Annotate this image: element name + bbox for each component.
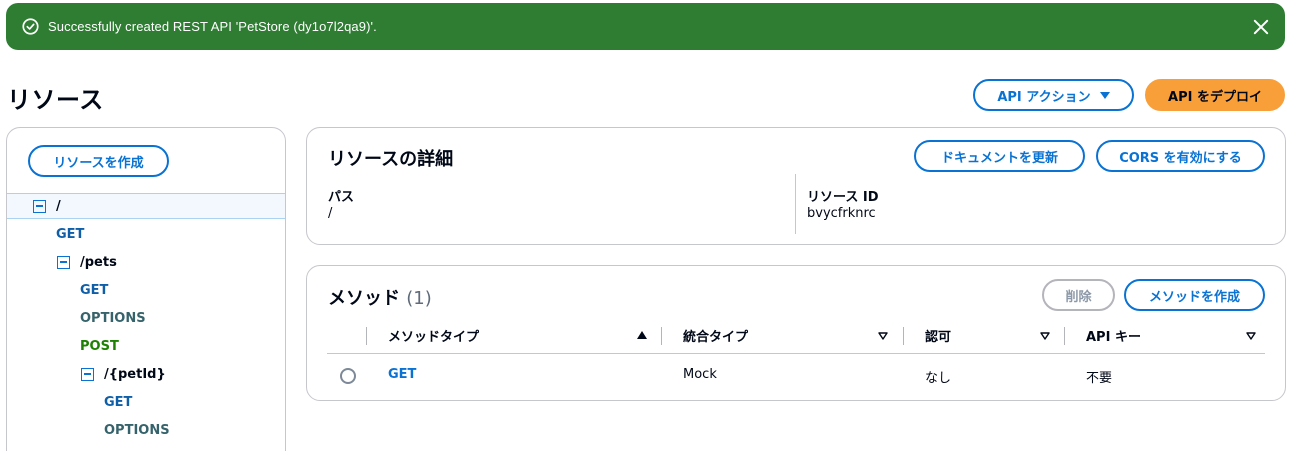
sort-caret-icon[interactable] <box>1246 332 1256 340</box>
column-header-integration-type[interactable]: 統合タイプ <box>683 326 748 345</box>
tree-method-label: OPTIONS <box>80 310 146 326</box>
api-key-cell: 不要 <box>1086 371 1113 386</box>
tree-resource-label: /pets <box>80 254 117 270</box>
column-separator <box>661 327 662 345</box>
delete-button[interactable]: 削除 <box>1042 279 1115 311</box>
column-separator <box>1064 327 1065 345</box>
column-separator <box>903 327 904 345</box>
api-actions-dropdown[interactable]: API アクション <box>973 79 1134 111</box>
sort-ascending-icon[interactable] <box>637 331 647 339</box>
methods-title: メソッド (1) <box>328 284 432 310</box>
column-separator <box>366 327 367 345</box>
method-link-get[interactable]: GET <box>388 367 416 382</box>
path-value: / <box>328 206 333 221</box>
resource-id-label: リソース ID <box>807 190 879 205</box>
update-documentation-button[interactable]: ドキュメントを更新 <box>914 140 1085 172</box>
tree-resource-label: / <box>56 198 61 214</box>
tree-method-label: GET <box>104 394 133 410</box>
tree-method-get[interactable]: GET <box>7 277 285 303</box>
column-header-method-type[interactable]: メソッドタイプ <box>388 326 479 345</box>
tree-resource-petid[interactable]: /{petId} <box>7 361 285 387</box>
resource-tree-panel: リソースを作成 / GET /pets GET OPTIONS POST /{p… <box>6 127 286 451</box>
update-documentation-label: ドキュメントを更新 <box>940 150 1058 166</box>
tree-method-label: OPTIONS <box>104 422 170 438</box>
delete-label: 削除 <box>1065 289 1092 305</box>
enable-cors-button[interactable]: CORS を有効にする <box>1096 140 1265 172</box>
create-method-label: メソッドを作成 <box>1148 289 1240 305</box>
authorization-cell: なし <box>925 371 952 386</box>
integration-type-cell: Mock <box>683 367 717 382</box>
methods-count: (1) <box>406 288 432 309</box>
row-select-radio[interactable] <box>340 368 356 384</box>
page-title: リソース <box>7 86 104 114</box>
check-circle-icon <box>22 18 39 35</box>
tree-method-label: POST <box>80 338 119 354</box>
tree-method-options[interactable]: OPTIONS <box>7 417 285 443</box>
tree-resource-label: /{petId} <box>104 366 166 382</box>
deploy-api-button[interactable]: API をデプロイ <box>1145 79 1285 111</box>
resource-id-value: bvycfrknrc <box>807 206 876 221</box>
deploy-api-label: API をデプロイ <box>1168 89 1262 105</box>
column-header-api-key[interactable]: API キー <box>1086 326 1141 345</box>
close-icon[interactable] <box>1252 18 1270 36</box>
create-resource-label: リソースを作成 <box>53 155 144 171</box>
tree-method-post[interactable]: POST <box>7 333 285 359</box>
tree-resource-root[interactable]: / <box>7 193 285 219</box>
column-header-authorization[interactable]: 認可 <box>925 326 951 345</box>
sort-caret-icon[interactable] <box>878 332 888 340</box>
resource-details-title: リソースの詳細 <box>328 149 454 170</box>
sort-caret-icon[interactable] <box>1040 332 1050 340</box>
tree-method-options[interactable]: OPTIONS <box>7 305 285 331</box>
tree-method-label: GET <box>56 226 85 242</box>
caret-down-icon <box>1099 91 1110 99</box>
flash-message: Successfully created REST API 'PetStore … <box>48 19 377 34</box>
collapse-icon[interactable] <box>33 199 46 213</box>
tree-method-get[interactable]: GET <box>7 389 285 415</box>
methods-title-text: メソッド <box>328 288 400 309</box>
collapse-icon[interactable] <box>81 367 94 381</box>
collapse-icon[interactable] <box>57 255 70 269</box>
api-actions-label: API アクション <box>997 89 1091 105</box>
tree-method-get[interactable]: GET <box>7 221 285 247</box>
success-flash-banner: Successfully created REST API 'PetStore … <box>6 3 1285 50</box>
tree-resource-pets[interactable]: /pets <box>7 249 285 275</box>
create-resource-button[interactable]: リソースを作成 <box>28 145 169 177</box>
path-label: パス <box>328 190 355 205</box>
details-divider <box>795 174 796 234</box>
enable-cors-label: CORS を有効にする <box>1119 150 1242 166</box>
table-header-divider <box>327 353 1265 354</box>
create-method-button[interactable]: メソッドを作成 <box>1124 279 1265 311</box>
tree-method-label: GET <box>80 282 109 298</box>
